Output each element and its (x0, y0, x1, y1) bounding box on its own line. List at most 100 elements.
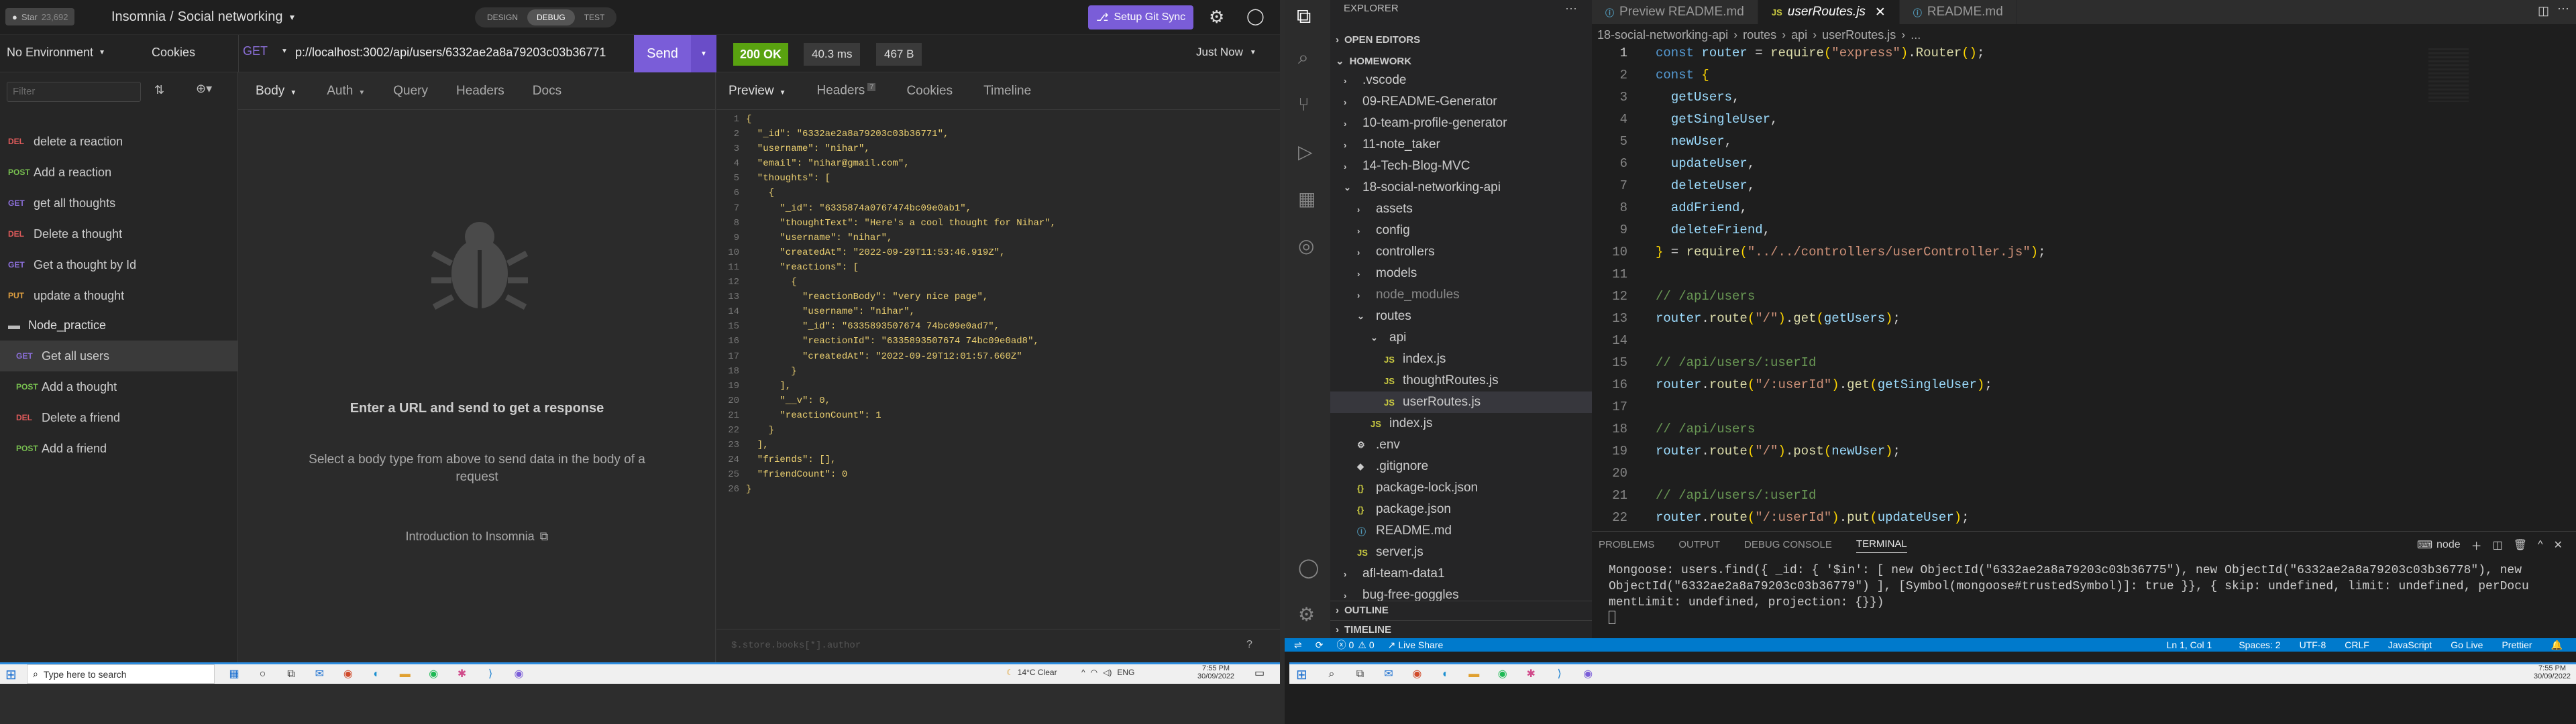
error-count[interactable]: 0 (1348, 640, 1354, 650)
account-icon[interactable]: ◯ (1246, 7, 1265, 26)
more-actions-icon[interactable]: ··· (2557, 1, 2569, 15)
url-input[interactable]: p://localhost:3002/api/users/6332ae2a8a7… (295, 46, 621, 60)
tree-item[interactable]: ⚙ .env (1330, 434, 1592, 456)
chevron-down-icon[interactable]: ▼ (288, 13, 296, 22)
minimap[interactable] (2428, 48, 2469, 102)
task-view-icon[interactable]: ⧉ (281, 664, 301, 684)
split-editor-icon[interactable]: ◫ (2538, 4, 2549, 18)
setup-git-sync-button[interactable]: ⎇ Setup Git Sync (1088, 5, 1194, 29)
edge-icon[interactable]: ◐ (366, 664, 386, 684)
more-actions-icon[interactable]: ··· (1565, 1, 1577, 15)
encoding[interactable]: UTF-8 (2300, 640, 2326, 650)
chrome-icon[interactable]: ◉ (1407, 664, 1427, 684)
windows-start-icon[interactable]: ⊞ (1296, 666, 1307, 683)
response-tab[interactable]: Preview ▼ (729, 84, 786, 99)
search-icon[interactable]: ⌕ (1322, 664, 1342, 684)
cortana-icon[interactable]: ○ (252, 664, 272, 684)
tree-item[interactable]: {} package.json (1330, 499, 1592, 520)
indentation[interactable]: Spaces: 2 (2239, 640, 2280, 650)
request-tab[interactable]: Docs (533, 84, 561, 99)
tree-item[interactable]: › 14-Tech-Blog-MVC (1330, 156, 1592, 177)
sync-icon[interactable]: ⟳ (1316, 640, 1324, 651)
send-options-chevron-icon[interactable]: ▼ (691, 35, 716, 72)
editor-tab[interactable]: ⓘ Preview README.md (1592, 0, 1758, 24)
request-item[interactable]: POST Add a reaction (0, 157, 238, 188)
language-mode[interactable]: JavaScript (2388, 640, 2432, 650)
outline-section[interactable]: › OUTLINE (1330, 601, 1592, 619)
close-icon[interactable]: ✕ (1875, 5, 1886, 20)
clock[interactable]: 7:55 PM 30/09/2022 (2534, 664, 2571, 680)
folder-node-practice[interactable]: ▬ Node_practice (0, 310, 238, 341)
slack-icon[interactable]: ✱ (1521, 664, 1541, 684)
response-tab[interactable]: Timeline (983, 84, 1031, 99)
tree-item[interactable]: {} package-lock.json (1330, 477, 1592, 499)
breadcrumb-item[interactable]: ... (1911, 28, 1921, 42)
breadcrumb-app[interactable]: Insomnia (111, 9, 166, 25)
sort-icon[interactable]: ⇅ (154, 83, 164, 97)
help-icon[interactable]: ? (1246, 639, 1252, 651)
intro-link[interactable]: Introduction to Insomnia ⧉ (238, 530, 716, 544)
environment-select[interactable]: No Environment ▼ (7, 46, 105, 60)
explorer-icon[interactable]: ⧉ (1297, 5, 1311, 28)
editor-tab[interactable]: ⓘ README.md (1899, 0, 2017, 24)
add-terminal-icon[interactable]: ＋ (2471, 537, 2482, 553)
tree-item[interactable]: ⌄ api (1330, 327, 1592, 349)
language-indicator[interactable]: ENG (1117, 668, 1134, 677)
warning-count[interactable]: 0 (1369, 640, 1375, 650)
tree-item[interactable]: JS userRoutes.js (1330, 391, 1592, 413)
open-editors-section[interactable]: › OPEN EDITORS (1330, 29, 1592, 50)
account-icon[interactable]: ◯ (1298, 556, 1319, 579)
run-debug-icon[interactable]: ▷ (1298, 141, 1313, 163)
extensions-icon[interactable]: ▦ (1298, 188, 1316, 210)
cursor-position[interactable]: Ln 1, Col 1 (2167, 640, 2212, 650)
tree-item[interactable]: › assets (1330, 198, 1592, 220)
terminal-output[interactable]: Mongoose: users.find({ _id: { '$in': [ n… (1609, 562, 2568, 624)
remote-explorer-icon[interactable]: ◎ (1298, 235, 1314, 257)
tree-item[interactable]: › 11-note_taker (1330, 134, 1592, 156)
panel-tab[interactable]: OUTPUT (1678, 539, 1720, 553)
request-item[interactable]: PUT update a thought (0, 280, 238, 311)
slack-icon[interactable]: ✱ (452, 664, 472, 684)
tray-up-icon[interactable]: ^ (1081, 668, 1085, 677)
mode-debug[interactable]: DEBUG (527, 9, 575, 25)
insomnia-icon[interactable]: ◉ (509, 664, 529, 684)
insomnia-icon[interactable]: ◉ (1578, 664, 1598, 684)
breadcrumb-item[interactable]: routes (1743, 28, 1776, 42)
filter-input[interactable]: Filter (7, 82, 141, 102)
go-live-button[interactable]: Go Live (2451, 640, 2483, 650)
tree-item[interactable]: › 10-team-profile-generator (1330, 113, 1592, 134)
filter-query-input[interactable]: $.store.books[*].author (731, 640, 861, 651)
response-tab[interactable]: Cookies (906, 84, 953, 99)
request-item[interactable]: DEL delete a reaction (0, 126, 238, 157)
workspace-section[interactable]: ⌄ HOMEWORK (1330, 51, 1592, 71)
tree-item[interactable]: ◆ .gitignore (1330, 456, 1592, 477)
remote-icon[interactable]: ⇌ (1294, 640, 1302, 651)
file-explorer-icon[interactable]: ▬ (395, 664, 415, 684)
tree-item[interactable]: ⓘ README.md (1330, 520, 1592, 542)
editor-tab[interactable]: JS userRoutes.js ✕ (1758, 0, 1900, 24)
spotify-icon[interactable]: ◉ (423, 664, 443, 684)
request-tab[interactable]: Headers (456, 84, 504, 99)
wifi-icon[interactable]: ◠ (1091, 668, 1097, 677)
timeline-section[interactable]: › TIMELINE (1330, 620, 1592, 639)
close-panel-icon[interactable]: ✕ (2554, 538, 2563, 552)
request-tab[interactable]: Body ▼ (256, 84, 297, 99)
windows-start-icon[interactable]: ⊞ (5, 666, 17, 683)
tree-item[interactable]: › .vscode (1330, 70, 1592, 91)
clock[interactable]: 7:55 PM 30/09/2022 (1197, 664, 1234, 680)
live-share-button[interactable]: Live Share (1398, 640, 1443, 650)
vscode-icon[interactable]: ⟩ (480, 664, 500, 684)
volume-icon[interactable]: ◁) (1103, 668, 1112, 677)
tree-item[interactable]: › 09-README-Generator (1330, 91, 1592, 113)
tree-item[interactable]: › controllers (1330, 241, 1592, 263)
notification-icon[interactable]: ▭ (1254, 666, 1265, 680)
taskbar-search[interactable]: ⌕ Type here to search (27, 664, 215, 684)
request-item[interactable]: POST Add a thought (0, 371, 238, 402)
request-item[interactable]: GET get all thoughts (0, 188, 238, 219)
manage-gear-icon[interactable]: ⚙ (1298, 603, 1315, 625)
mode-test[interactable]: TEST (575, 9, 614, 25)
tree-item[interactable]: ⌄ 18-social-networking-api (1330, 177, 1592, 198)
tree-item[interactable]: JS thoughtRoutes.js (1330, 370, 1592, 391)
terminal-name[interactable]: node (2436, 539, 2461, 551)
tree-item[interactable]: JS index.js (1330, 413, 1592, 434)
